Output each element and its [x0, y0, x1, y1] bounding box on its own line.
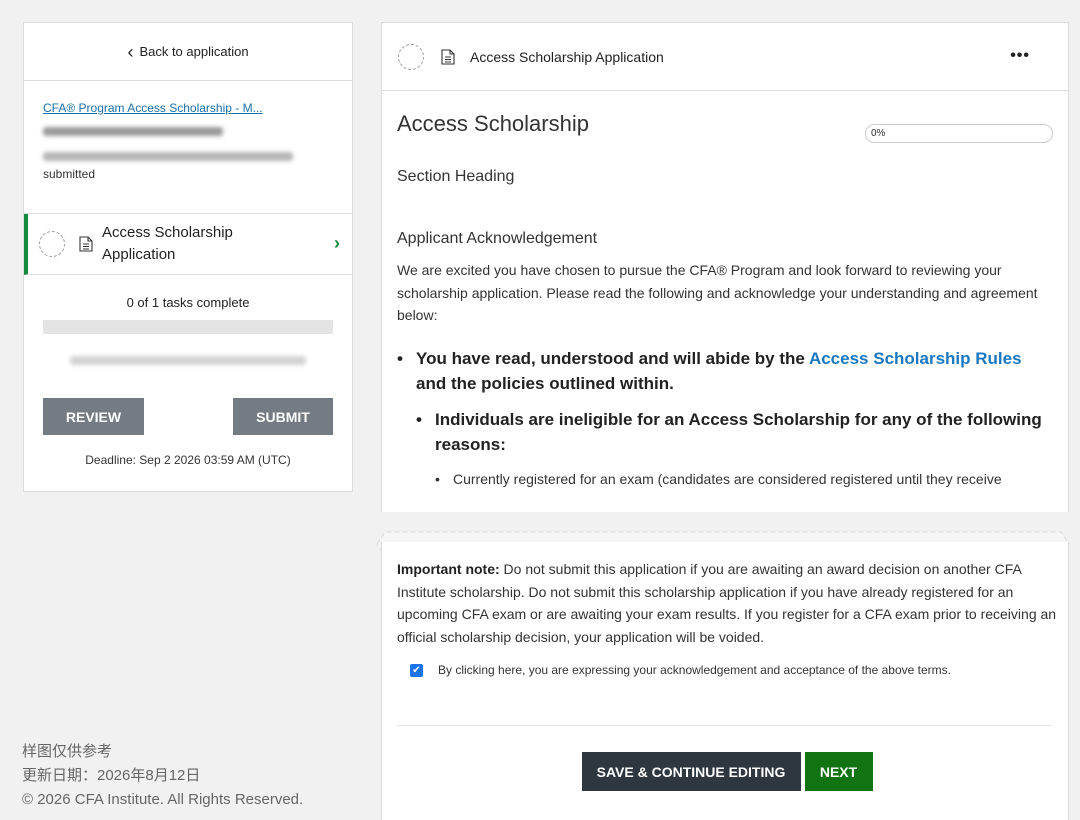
- ineligibility-reason: Currently registered for an exam (candid…: [453, 470, 1002, 487]
- back-label: Back to application: [139, 44, 249, 59]
- rules-statement-text-end: and the policies outlined within.: [416, 374, 674, 393]
- list-item: • Individuals are ineligible for an Acce…: [416, 407, 1053, 458]
- task-header: Access Scholarship Application •••: [381, 22, 1069, 91]
- footer-line-sample: 样图仅供参考: [22, 743, 113, 760]
- status-text: submitted: [43, 167, 96, 181]
- bullet-icon: •: [416, 409, 422, 429]
- task-status-circle-icon: [398, 43, 424, 70]
- acknowledgement-checkbox-label[interactable]: By clicking here, you are expressing you…: [438, 663, 951, 677]
- acknowledgement-section: Important note: Do not submit this appli…: [381, 542, 1069, 820]
- task-content: Access Scholarship 0% Section Heading Ap…: [381, 91, 1069, 512]
- acknowledgement-checkbox[interactable]: ✔: [410, 663, 423, 677]
- task-progress: 0 of 1 tasks complete: [24, 275, 352, 365]
- tasks-complete-text: 0 of 1 tasks complete: [126, 295, 250, 310]
- acknowledgement-heading: Applicant Acknowledgement: [397, 230, 598, 247]
- completion-progress-bar: 0%: [865, 124, 1053, 143]
- next-button[interactable]: NEXT: [804, 752, 873, 792]
- rules-statement: You have read, understood and will abide…: [416, 346, 1053, 397]
- redacted-last-edited: [70, 356, 306, 365]
- tasks-progress-bar: [43, 320, 333, 334]
- ineligibility-statement: Individuals are ineligible for an Access…: [435, 409, 1042, 455]
- application-info: CFA® Program Access Scholarship - M... s…: [24, 81, 352, 214]
- bullet-icon: •: [435, 470, 440, 487]
- application-sidebar: ‹ Back to application CFA® Program Acces…: [23, 22, 353, 492]
- important-note-label: Important note:: [397, 561, 500, 577]
- list-item: • You have read, understood and will abi…: [397, 346, 1053, 397]
- task-status-circle-icon: [39, 231, 65, 257]
- back-to-application-link[interactable]: ‹ Back to application: [24, 23, 352, 81]
- task-item-label: Access Scholarship Application: [102, 224, 233, 263]
- submit-button[interactable]: SUBMIT: [233, 398, 333, 435]
- list-item: • Currently registered for an exam (cand…: [435, 469, 1053, 489]
- footer-copyright: © 2026 CFA Institute. All Rights Reserve…: [22, 791, 304, 808]
- chevron-right-icon: ›: [334, 233, 340, 253]
- redacted-application-number: [43, 127, 223, 136]
- access-scholarship-rules-link[interactable]: Access Scholarship Rules: [809, 349, 1022, 368]
- rules-statement-text: You have read, understood and will abide…: [416, 348, 809, 368]
- task-header-title: Access Scholarship Application: [470, 48, 664, 65]
- sidebar-item-access-scholarship-application[interactable]: Access Scholarship Application ›: [24, 214, 352, 275]
- redacted-application-id: [43, 152, 293, 161]
- application-title-link[interactable]: CFA® Program Access Scholarship - M...: [43, 101, 283, 115]
- completion-percent: 0%: [871, 128, 886, 139]
- chevron-left-icon: ‹: [127, 41, 134, 62]
- save-continue-editing-button[interactable]: SAVE & CONTINUE EDITING: [581, 752, 801, 792]
- important-note: Important note: Do not submit this appli…: [397, 558, 1057, 648]
- bullet-icon: •: [397, 348, 403, 368]
- review-button[interactable]: REVIEW: [43, 398, 144, 435]
- document-icon: [441, 48, 455, 65]
- checkmark-icon: ✔: [412, 664, 421, 676]
- more-options-icon[interactable]: •••: [1010, 47, 1030, 65]
- footer: 样图仅供参考 更新日期：2026年8月12日 © 2026 CFA Instit…: [22, 740, 303, 812]
- section-heading: Section Heading: [397, 168, 515, 185]
- document-icon: [79, 236, 93, 252]
- deadline-text: Deadline: Sep 2 2026 03:59 AM (UTC): [85, 453, 291, 467]
- task-panel: Access Scholarship Application ••• Acces…: [376, 22, 1070, 820]
- intro-paragraph: We are excited you have chosen to pursue…: [397, 262, 1038, 323]
- divider: [397, 725, 1053, 727]
- footer-line-updated: 更新日期：2026年8月12日: [22, 767, 201, 784]
